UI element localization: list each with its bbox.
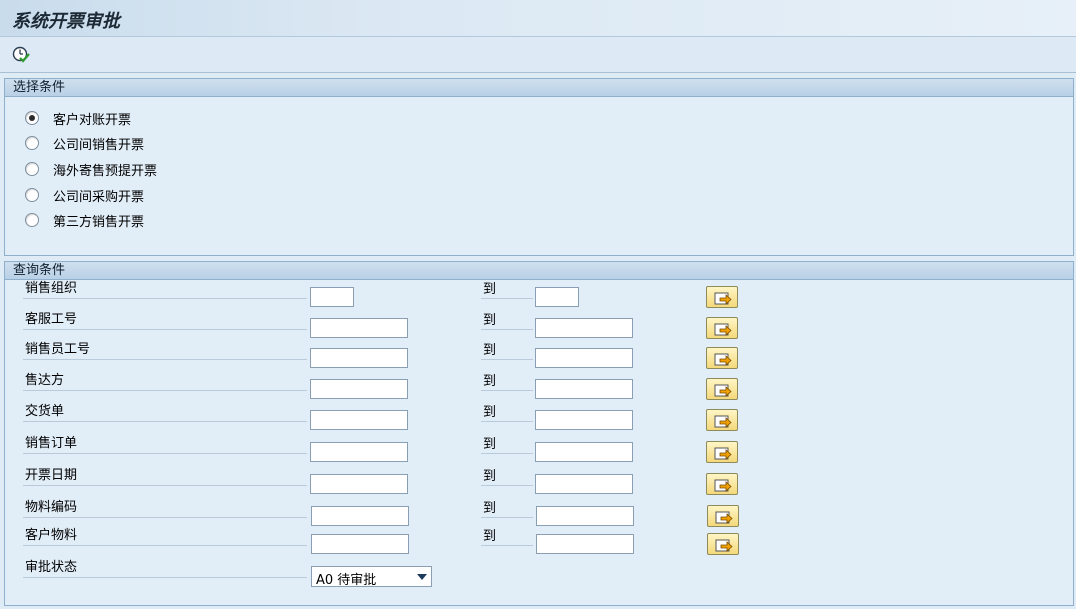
approval-status-value: A0 待审批 [316, 573, 377, 588]
to-label: 到 [481, 523, 533, 546]
multiple-selection-button[interactable] [706, 441, 738, 463]
selection-criteria-header: 选择条件 [5, 79, 1073, 97]
radio-button[interactable] [25, 213, 39, 227]
to-label: 到 [481, 368, 533, 391]
field-label-customer-material: 客户物料 [23, 523, 307, 546]
field-label-billing-date: 开票日期 [23, 463, 307, 486]
field-label-material: 物料编码 [23, 495, 307, 518]
page-title: 系统开票审批 [12, 11, 120, 32]
radio-option-3[interactable]: 公司间采购开票 [25, 185, 144, 205]
sales-order-from-input[interactable] [310, 442, 408, 462]
multiple-selection-button[interactable] [706, 409, 738, 431]
sold-to-from-input[interactable] [310, 379, 408, 399]
to-label: 到 [481, 337, 533, 360]
billing-date-to-input[interactable] [535, 474, 633, 494]
to-label: 到 [481, 307, 533, 330]
customer-material-to-input[interactable] [536, 534, 634, 554]
radio-label: 公司间采购开票 [53, 189, 145, 205]
radio-button[interactable] [25, 162, 39, 176]
field-label-sales-order: 销售订单 [23, 431, 307, 454]
multiple-selection-button[interactable] [706, 286, 738, 308]
multiple-selection-button[interactable] [707, 505, 739, 527]
radio-label: 第三方销售开票 [53, 214, 145, 230]
radio-option-0[interactable]: 客户对账开票 [25, 108, 131, 128]
cs-id-from-input[interactable] [310, 318, 408, 338]
to-label: 到 [481, 399, 533, 422]
selection-criteria-group: 选择条件 客户对账开票 公司间销售开票 海外寄售预提开票 公司间采购开票 第三方… [4, 78, 1074, 256]
material-from-input[interactable] [311, 506, 409, 526]
radio-label: 海外寄售预提开票 [53, 163, 158, 179]
multiple-selection-arrow-icon [715, 511, 733, 524]
salesperson-id-from-input[interactable] [310, 348, 408, 368]
field-label-delivery: 交货单 [23, 399, 307, 422]
radio-button[interactable] [25, 136, 39, 150]
salesperson-id-to-input[interactable] [535, 348, 633, 368]
title-bar: 系统开票审批 [0, 0, 1076, 37]
radio-option-1[interactable]: 公司间销售开票 [25, 133, 144, 153]
application-toolbar [0, 37, 1076, 73]
to-label: 到 [481, 495, 533, 518]
field-label-cs-id: 客服工号 [23, 307, 307, 330]
query-criteria-group: 查询条件 销售组织 到 客服工号 到 销售员工号 到 售达方 到 交货单 到 销… [4, 261, 1074, 606]
multiple-selection-button[interactable] [706, 317, 738, 339]
material-to-input[interactable] [536, 506, 634, 526]
field-label-salesperson-id: 销售员工号 [23, 337, 307, 360]
sold-to-to-input[interactable] [535, 379, 633, 399]
cs-id-to-input[interactable] [535, 318, 633, 338]
multiple-selection-arrow-icon [714, 353, 732, 366]
execute-icon[interactable] [11, 45, 31, 65]
multiple-selection-arrow-icon [714, 384, 732, 397]
multiple-selection-arrow-icon [714, 292, 732, 305]
radio-button[interactable] [25, 111, 39, 125]
multiple-selection-arrow-icon [715, 539, 733, 552]
radio-option-2[interactable]: 海外寄售预提开票 [25, 159, 157, 179]
delivery-to-input[interactable] [535, 410, 633, 430]
multiple-selection-arrow-icon [714, 323, 732, 336]
sales-order-to-input[interactable] [535, 442, 633, 462]
radio-button[interactable] [25, 188, 39, 202]
radio-label: 公司间销售开票 [53, 137, 145, 153]
to-label: 到 [481, 276, 533, 299]
multiple-selection-button[interactable] [706, 347, 738, 369]
sales-org-from-input[interactable] [310, 287, 354, 307]
customer-material-from-input[interactable] [311, 534, 409, 554]
multiple-selection-arrow-icon [714, 447, 732, 460]
multiple-selection-button[interactable] [706, 473, 738, 495]
approval-status-dropdown[interactable]: A0 待审批 [311, 566, 432, 588]
field-label-approval-status: 审批状态 [23, 555, 307, 578]
billing-date-from-input[interactable] [310, 474, 408, 494]
multiple-selection-arrow-icon [714, 415, 732, 428]
field-label-sales-org: 销售组织 [23, 276, 307, 299]
sales-org-to-input[interactable] [535, 287, 579, 307]
delivery-from-input[interactable] [310, 410, 408, 430]
multiple-selection-arrow-icon [714, 479, 732, 492]
to-label: 到 [481, 463, 533, 486]
to-label: 到 [481, 431, 533, 454]
field-label-sold-to: 售达方 [23, 368, 307, 391]
multiple-selection-button[interactable] [707, 533, 739, 555]
radio-label: 客户对账开票 [53, 112, 132, 128]
multiple-selection-button[interactable] [706, 378, 738, 400]
dropdown-arrow-icon [417, 574, 427, 580]
radio-option-4[interactable]: 第三方销售开票 [25, 210, 144, 230]
